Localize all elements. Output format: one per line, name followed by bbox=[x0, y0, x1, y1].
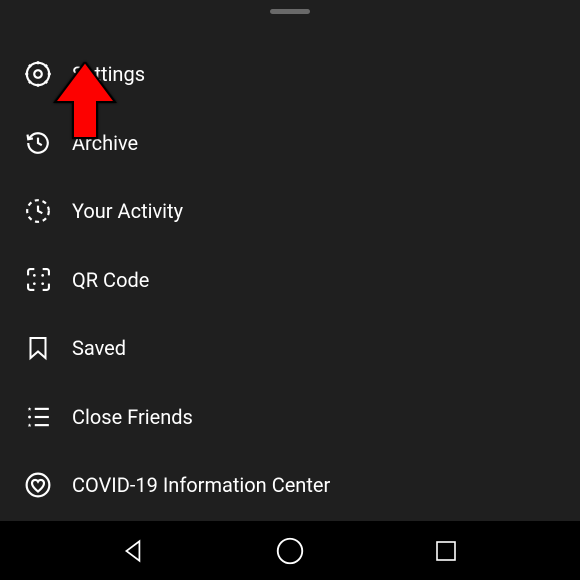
menu-item-your-activity[interactable]: Your Activity bbox=[0, 177, 580, 246]
menu-item-saved[interactable]: Saved bbox=[0, 314, 580, 383]
menu-item-label: Close Friends bbox=[72, 405, 193, 429]
menu-item-label: QR Code bbox=[72, 268, 149, 292]
annotation-red-arrow bbox=[53, 62, 117, 140]
menu-item-close-friends[interactable]: Close Friends bbox=[0, 383, 580, 452]
menu-item-qr-code[interactable]: QR Code bbox=[0, 246, 580, 315]
heart-circle-icon bbox=[24, 471, 52, 499]
menu-item-label: Saved bbox=[72, 336, 126, 360]
recents-button[interactable] bbox=[428, 533, 464, 569]
drag-handle[interactable] bbox=[270, 9, 310, 14]
close-friends-icon bbox=[24, 403, 52, 431]
menu-item-covid-info[interactable]: COVID-19 Information Center bbox=[0, 451, 580, 520]
menu-item-label: COVID-19 Information Center bbox=[72, 473, 330, 497]
home-button[interactable] bbox=[272, 533, 308, 569]
android-navigation-bar bbox=[0, 521, 580, 580]
gear-icon bbox=[24, 60, 52, 88]
qr-code-icon bbox=[24, 266, 52, 294]
history-icon bbox=[24, 129, 52, 157]
bookmark-icon bbox=[24, 334, 52, 362]
activity-clock-icon bbox=[24, 197, 52, 225]
menu-item-label: Your Activity bbox=[72, 199, 183, 223]
back-button[interactable] bbox=[116, 533, 152, 569]
